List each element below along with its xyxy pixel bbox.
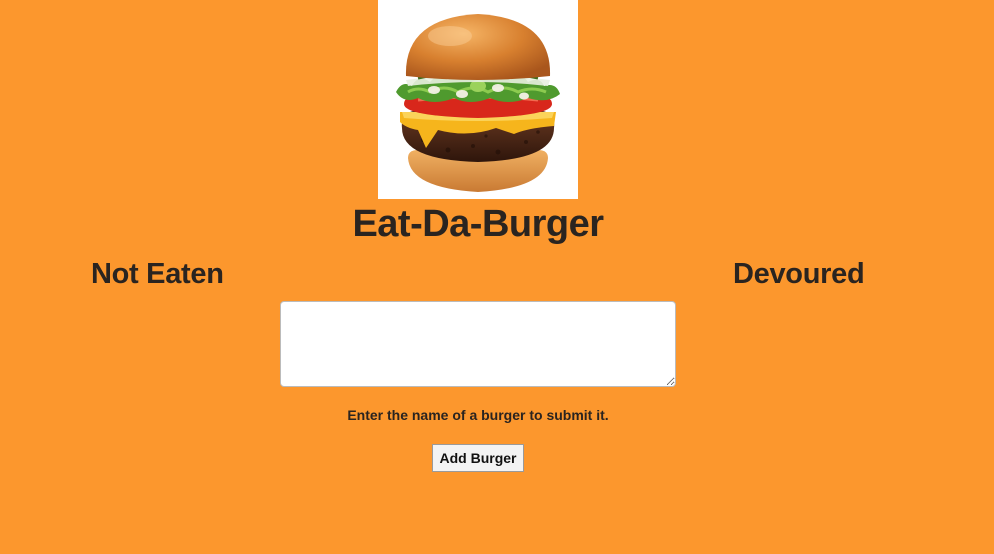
devoured-heading: Devoured <box>733 258 865 290</box>
burger-illustration <box>396 14 560 192</box>
input-hint: Enter the name of a burger to submit it. <box>347 407 609 423</box>
page-title: Eat-Da-Burger <box>352 203 604 245</box>
not-eaten-heading: Not Eaten <box>91 258 224 290</box>
burger-name-input[interactable] <box>280 301 676 387</box>
add-burger-button[interactable]: Add Burger <box>432 444 524 472</box>
burger-image <box>378 0 578 199</box>
